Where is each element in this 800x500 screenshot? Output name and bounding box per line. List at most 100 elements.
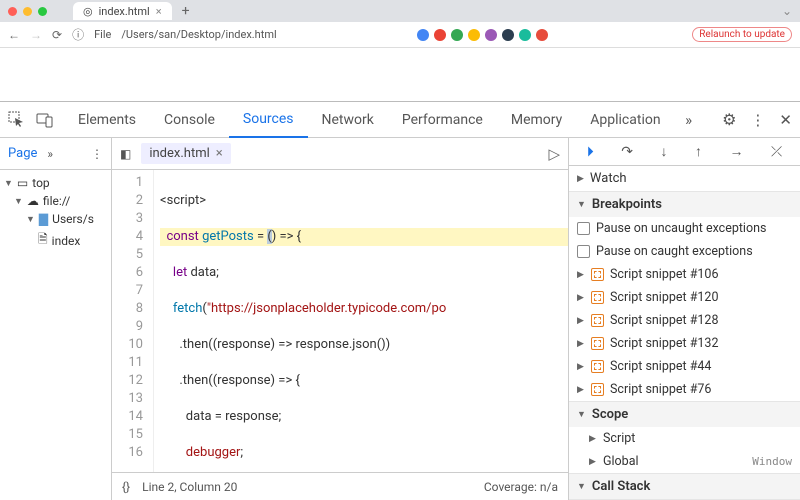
snippet-icon — [591, 314, 604, 327]
extension-icon[interactable] — [451, 29, 463, 41]
breakpoint-item[interactable]: ▶Script snippet #106 — [569, 263, 800, 286]
cursor-position: Line 2, Column 20 — [142, 480, 237, 494]
tab-title: index.html — [99, 5, 150, 18]
line-gutter: 1 2 3 4 5 6 7 8 9 10 11 12 13 14 15 16 — [112, 170, 154, 472]
extension-icon[interactable] — [468, 29, 480, 41]
maximize-window-icon[interactable] — [38, 7, 47, 16]
step-over-icon[interactable]: ↷ — [621, 144, 633, 160]
toggle-debugger-icon[interactable]: ▷ — [548, 145, 560, 163]
toggle-navigator-icon[interactable]: ◧ — [120, 147, 131, 161]
code-text: <script> — [160, 193, 206, 208]
editor-tab-bar: ◧ index.html × ▷ — [112, 138, 568, 170]
browser-tab[interactable]: ◎ index.html × — [73, 2, 172, 20]
breakpoint-item[interactable]: ▶Script snippet #120 — [569, 286, 800, 309]
checkbox-icon[interactable] — [577, 245, 590, 258]
tree-file-label: index — [52, 234, 81, 248]
tab-sources[interactable]: Sources — [229, 102, 308, 138]
scope-label: Scope — [592, 407, 628, 422]
tree-origin[interactable]: ▼☁file:// — [4, 192, 107, 210]
url-scheme: File — [94, 28, 111, 41]
scope-global-label: Global — [603, 454, 639, 469]
extension-icon[interactable] — [536, 29, 548, 41]
settings-icon[interactable]: ⚙ — [722, 110, 736, 129]
tab-elements[interactable]: Elements — [64, 102, 150, 138]
tree-top[interactable]: ▼▭top — [4, 174, 107, 192]
breakpoint-item[interactable]: ▶Script snippet #76 — [569, 378, 800, 401]
extension-icon[interactable] — [434, 29, 446, 41]
navigator-page-tab[interactable]: Page — [8, 146, 37, 161]
breakpoints-header[interactable]: ▼Breakpoints — [569, 192, 800, 217]
tab-application[interactable]: Application — [576, 102, 674, 138]
pause-caught-label: Pause on caught exceptions — [596, 244, 753, 259]
close-window-icon[interactable] — [8, 7, 17, 16]
code-text: data = response; — [186, 409, 281, 424]
tab-close-icon[interactable]: × — [156, 5, 162, 18]
snippet-label: Script snippet #120 — [610, 290, 718, 305]
extension-icon[interactable] — [417, 29, 429, 41]
navigator-menu-icon[interactable]: ⋮ — [91, 147, 103, 161]
breakpoint-item[interactable]: ▶Script snippet #44 — [569, 355, 800, 378]
tree-file[interactable]: 🗎 index — [4, 228, 107, 253]
checkbox-icon[interactable] — [577, 222, 590, 235]
code-text: .then((response) => { — [179, 373, 300, 388]
cloud-icon: ☁ — [27, 194, 39, 208]
code-text: getPosts — [202, 229, 254, 244]
code-area[interactable]: <script> const getPosts = () => { let da… — [154, 170, 568, 472]
pause-caught-row[interactable]: Pause on caught exceptions — [569, 240, 800, 263]
pause-uncaught-label: Pause on uncaught exceptions — [596, 221, 766, 236]
watch-section[interactable]: ▶Watch — [569, 166, 800, 192]
resume-button[interactable]: ⏵ — [587, 144, 594, 160]
scope-script-label: Script — [603, 431, 635, 446]
inspect-element-icon[interactable] — [8, 111, 36, 129]
devtools-close-icon[interactable]: ✕ — [779, 111, 792, 129]
scope-global[interactable]: ▶GlobalWindow — [569, 450, 800, 473]
tab-console[interactable]: Console — [150, 102, 229, 138]
minimize-window-icon[interactable] — [23, 7, 32, 16]
tree-folder-label: Users/s — [52, 212, 94, 226]
folder-icon: ▇ — [39, 212, 48, 226]
tab-network[interactable]: Network — [308, 102, 388, 138]
devtools: Elements Console Sources Network Perform… — [0, 102, 800, 500]
tab-overflow-icon[interactable]: ⌄ — [782, 4, 792, 18]
code-editor[interactable]: 1 2 3 4 5 6 7 8 9 10 11 12 13 14 15 16 <… — [112, 170, 568, 472]
tab-performance[interactable]: Performance — [388, 102, 497, 138]
breakpoint-item[interactable]: ▶Script snippet #132 — [569, 332, 800, 355]
url-path[interactable]: /Users/san/Desktop/index.html — [121, 28, 276, 41]
snippet-icon — [591, 383, 604, 396]
code-text: fetch — [173, 301, 202, 316]
address-bar-row: ← → ⟳ ⓘ File /Users/san/Desktop/index.ht… — [0, 22, 800, 48]
step-icon[interactable]: → — [729, 143, 743, 160]
kebab-menu-icon[interactable]: ⋮ — [750, 111, 765, 129]
file-icon: 🗎 — [38, 230, 48, 251]
extension-icon[interactable] — [485, 29, 497, 41]
reload-icon[interactable]: ⟳ — [52, 28, 62, 42]
sources-panes: Page » ⋮ ▼▭top ▼☁file:// ▼▇Users/s 🗎inde… — [0, 138, 800, 500]
navigator-more-icon[interactable]: » — [47, 147, 53, 161]
deactivate-breakpoints-icon[interactable]: ⤫ — [771, 144, 782, 160]
callstack-section[interactable]: ▼Call Stack — [569, 474, 800, 500]
relaunch-button[interactable]: Relaunch to update — [692, 27, 792, 42]
console-toggle-icon[interactable]: {} — [122, 480, 130, 494]
editor-file-tab[interactable]: index.html × — [141, 143, 230, 164]
code-text: .then((response) => response.json()) — [179, 337, 390, 352]
device-toolbar-icon[interactable] — [36, 111, 64, 129]
editor-file-name: index.html — [149, 146, 209, 161]
site-info-icon[interactable]: ⓘ — [72, 26, 84, 43]
more-tabs-icon[interactable]: » — [675, 111, 703, 129]
tree-folder[interactable]: ▼▇Users/s — [4, 210, 107, 228]
extension-icon[interactable] — [502, 29, 514, 41]
scope-script[interactable]: ▶Script — [569, 427, 800, 450]
nav-forward-icon: → — [30, 28, 42, 42]
new-tab-button[interactable]: + — [182, 3, 190, 19]
scope-header[interactable]: ▼Scope — [569, 402, 800, 427]
breakpoint-item[interactable]: ▶Script snippet #128 — [569, 309, 800, 332]
pause-uncaught-row[interactable]: Pause on uncaught exceptions — [569, 217, 800, 240]
step-into-icon[interactable]: ↓ — [660, 143, 667, 160]
step-out-icon[interactable]: ↑ — [695, 143, 702, 160]
snippet-icon — [591, 291, 604, 304]
editor-tab-close-icon[interactable]: × — [216, 146, 223, 161]
snippet-label: Script snippet #44 — [610, 359, 711, 374]
extension-icon[interactable] — [519, 29, 531, 41]
tab-memory[interactable]: Memory — [497, 102, 576, 138]
nav-back-icon[interactable]: ← — [8, 28, 20, 42]
